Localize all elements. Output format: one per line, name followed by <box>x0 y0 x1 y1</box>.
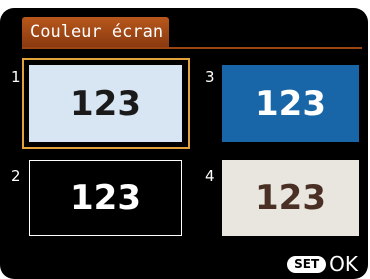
set-button[interactable]: SET <box>287 255 327 273</box>
ok-label: OK <box>329 252 358 276</box>
set-ok-hint[interactable]: SET OK <box>287 253 358 275</box>
option-3-number: 3 <box>205 68 215 86</box>
option-3-sample: 123 <box>222 65 359 142</box>
camera-screen: Couleur écran 1 123 3 123 2 123 4 123 SE… <box>0 8 368 279</box>
option-4-sample: 123 <box>222 160 359 236</box>
option-4-number: 4 <box>205 167 215 185</box>
menu-title: Couleur écran <box>22 17 169 47</box>
option-1-number: 1 <box>11 68 21 86</box>
title-divider <box>22 47 362 49</box>
option-2-number: 2 <box>11 167 21 185</box>
option-1-sample: 123 <box>29 65 182 142</box>
option-2-sample: 123 <box>29 160 182 236</box>
